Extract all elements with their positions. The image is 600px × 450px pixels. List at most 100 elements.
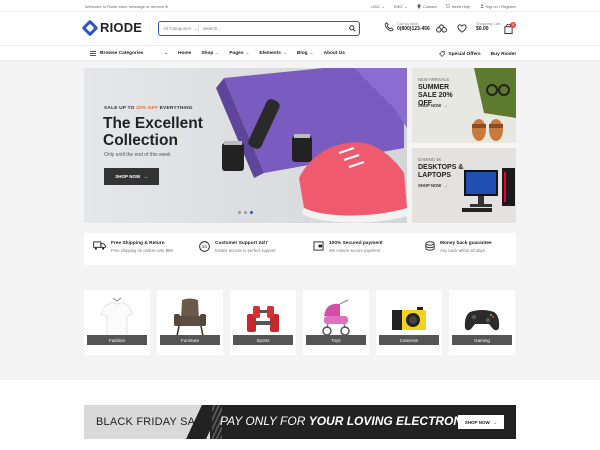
tshirt-image [100,298,134,337]
promo-headline: PAY ONLY FOR YOUR LOVING ELECTRONICS [220,414,483,428]
language-select[interactable]: ENG ⌄ [394,4,408,9]
banner-shop-now-link[interactable]: SHOP NOW → [418,103,447,108]
category-label: Furniture [160,335,220,345]
camera-image [392,307,426,330]
phone-icon [384,22,394,32]
menu-icon [90,51,96,56]
currency-select[interactable]: USD ⌄ [371,4,385,9]
promo-shop-now-button[interactable]: SHOP NOW → [458,415,504,429]
logo-text: RIODE [100,20,143,35]
nav-item-elements[interactable]: Elements ⌄ [260,51,287,56]
arrow-right-icon: → [492,419,498,425]
chevron-down-icon: ⌄ [215,51,220,56]
chevron-down-icon: ⌄ [381,3,385,9]
hero-tagline: SALE UP TO 20% OFF EVERYTHING [104,106,193,111]
search-button[interactable] [345,23,359,35]
nav-item-pages[interactable]: Pages ⌄ [229,51,249,56]
arrow-right-icon: → [443,103,448,108]
category-label: Sports [233,335,293,345]
black-friday-banner[interactable]: BLACK FRIDAY SALE! PAY ONLY FOR YOUR LOV… [84,405,516,439]
nav-item-blog[interactable]: Blog ⌄ [297,51,314,56]
gamepad-image [464,310,500,331]
search-input[interactable] [199,26,345,31]
chevron-down-icon: ⌄ [404,3,408,9]
hero-product-image [216,68,407,223]
truck-icon [93,241,106,250]
features-bar: Free Shipping & Return Free shipping on o… [84,233,516,265]
help-icon [445,4,450,8]
banner-shop-now-link[interactable]: SHOP NOW → [418,183,447,188]
category-label: Fashion [87,335,147,345]
category-label: Gaming [452,335,512,345]
category-card-sports[interactable]: Sports [230,290,296,355]
summer-products-image [472,68,516,141]
hero-slider[interactable]: SALE UP TO 20% OFF EVERYTHING The Excell… [84,68,407,223]
hero-subtitle: Only until the end of this week [104,152,171,158]
main-nav: Browse Categories ⌄ Home Shop ⌄ Pages ⌄ El… [0,45,600,61]
summer-sale-banner[interactable]: NEW ARRIVALS SUMMER SALE 20% OFF SHOP NO… [412,68,516,143]
search-bar: All Categories ⌄ [158,21,360,36]
top-bar-links: USD ⌄ ENG ⌄ Contact Need Help Sign in / Re… [371,4,516,9]
svg-text:24: 24 [202,244,207,249]
buy-riode-link[interactable]: Buy Riode! [491,52,516,57]
armchair-image [174,298,206,337]
help-link[interactable]: Need Help [445,4,471,9]
slider-dot[interactable] [244,211,247,214]
category-card-toys[interactable]: Toys [303,290,369,355]
hero-shop-now-button[interactable]: SHOP NOW → [104,168,159,185]
tag-icon [439,51,446,57]
dumbbell-image [247,306,279,332]
banner-kicker: NEW ARRIVALS [418,77,450,82]
hero-title: The Excellent Collection [103,115,203,149]
shopping-cart[interactable]: Shopping Cart $0.00 0 [476,22,516,34]
nav-item-home[interactable]: Home [178,51,191,56]
user-icon [479,4,484,8]
slider-dot[interactable] [238,211,241,214]
call-now[interactable]: Call Us Now: 0(800)123-456 [384,22,430,32]
chevron-down-icon: ⌄ [194,25,198,31]
heart-icon[interactable] [457,24,467,33]
cart-count-badge: 0 [510,22,516,28]
feature-item: Free Shipping & Return Free shipping on o… [93,241,173,253]
nav-item-about[interactable]: About Us [324,51,345,56]
chevron-down-icon: ⌄ [164,51,169,56]
chevron-down-icon: ⌄ [309,51,314,56]
search-category-select[interactable]: All Categories ⌄ [159,24,199,33]
signin-link[interactable]: Sign in / Register [479,4,516,9]
slider-dots [238,211,253,214]
arrow-right-icon: → [443,183,448,188]
compare-icon[interactable] [436,24,447,33]
nav-right: Special Offers Buy Riode! [439,51,516,57]
category-label: Toys [306,335,366,345]
contact-link[interactable]: Contact [417,4,437,9]
category-card-gaming[interactable]: Gaming [449,290,515,355]
logo[interactable]: RIODE [81,19,143,36]
desktops-banner[interactable]: GAMING 4K DESKTOPS & LAPTOPS SHOP NOW → [412,148,516,223]
search-icon [348,25,356,32]
category-card-fashion[interactable]: Fashion [84,290,150,355]
secure-payment-icon [313,241,324,251]
nav-menu: Home Shop ⌄ Pages ⌄ Elements ⌄ Blog ⌄ About … [178,51,345,56]
category-card-furniture[interactable]: Furniture [157,290,223,355]
chevron-down-icon: ⌄ [245,51,250,56]
arrow-right-icon: → [143,174,148,179]
top-bar: Welcome to Riode store message or remove… [0,0,600,12]
map-pin-icon [417,3,421,9]
special-offers-link[interactable]: Special Offers [439,51,481,57]
category-card-cameras[interactable]: Cameras [376,290,442,355]
category-label: Cameras [379,335,439,345]
logo-mark [81,19,99,36]
feature-item: Money back guarantee Any back within 30 d… [425,241,492,253]
banner-kicker: GAMING 4K [418,157,442,162]
feature-item: 100% Secured payment We ensure secure pay… [313,241,383,253]
welcome-message: Welcome to Riode store message or remove… [85,3,169,9]
banner-title: DESKTOPS & LAPTOPS [418,164,464,179]
browse-categories-button[interactable]: Browse Categories ⌄ [90,51,168,56]
feature-item: 24 Customer Support 24/7 Instant access t… [199,241,276,253]
slider-dot-active[interactable] [250,211,253,214]
stroller-image [322,299,350,336]
chevron-down-icon: ⌄ [282,51,287,56]
support-24-icon: 24 [199,241,210,252]
money-back-icon [425,241,435,251]
nav-item-shop[interactable]: Shop ⌄ [201,51,219,56]
